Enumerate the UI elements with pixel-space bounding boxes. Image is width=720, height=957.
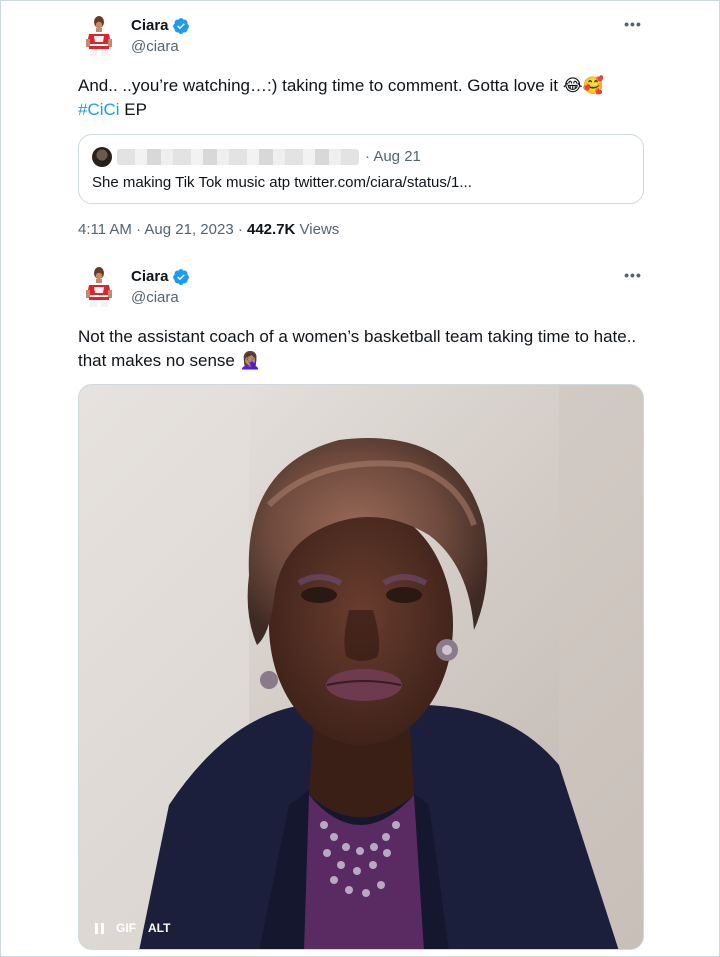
- pause-icon[interactable]: [95, 922, 104, 934]
- quoted-avatar[interactable]: [92, 147, 112, 167]
- tweet-emojis: 😂🥰: [562, 76, 604, 95]
- quoted-date: · Aug 21: [365, 148, 421, 165]
- display-name-text[interactable]: Ciara: [131, 16, 169, 36]
- tweet-text-main: Not the assistant coach of a women’s bas…: [78, 327, 637, 370]
- facepalm-emoji: 🤦🏽‍♀️: [239, 351, 261, 370]
- avatar[interactable]: [77, 265, 121, 309]
- quoted-text: She making Tik Tok music atp twitter.com…: [92, 174, 472, 191]
- gif-media[interactable]: GIF ALT: [78, 384, 644, 950]
- author-block: Ciara @ciara: [131, 267, 190, 308]
- tweet-text: Not the assistant coach of a women’s bas…: [78, 325, 638, 373]
- display-name[interactable]: Ciara: [131, 267, 190, 287]
- handle[interactable]: @ciara: [131, 37, 190, 57]
- tweet-meta: 4:11 AM · Aug 21, 2023 · 442.7K Views: [78, 220, 339, 240]
- handle[interactable]: @ciara: [131, 288, 190, 308]
- quoted-author-redacted: [117, 149, 359, 165]
- more-horizontal-icon[interactable]: •••: [623, 17, 643, 37]
- tweet[interactable]: Ciara @ciara ••• Not the assistant coach…: [1, 256, 720, 957]
- quoted-tweet[interactable]: · Aug 21 She making Tik Tok music atp tw…: [78, 134, 644, 204]
- timeline-frame: Ciara @ciara ••• And.. ..you’re watching…: [0, 0, 720, 957]
- gif-badge: GIF: [116, 921, 136, 935]
- avatar[interactable]: [77, 14, 121, 58]
- more-horizontal-icon[interactable]: •••: [623, 268, 643, 288]
- views-label: Views: [295, 221, 340, 238]
- gif-image: [79, 385, 643, 949]
- verified-badge-icon: [172, 268, 190, 286]
- display-name-text[interactable]: Ciara: [131, 267, 169, 287]
- author-block: Ciara @ciara: [131, 16, 190, 57]
- tweet[interactable]: Ciara @ciara ••• And.. ..you’re watching…: [1, 1, 720, 256]
- gif-controls: GIF ALT: [95, 921, 170, 935]
- tweet-text: And.. ..you’re watching…:) taking time t…: [78, 74, 638, 122]
- display-name[interactable]: Ciara: [131, 16, 190, 36]
- tweet-timestamp[interactable]: 4:11 AM · Aug 21, 2023 ·: [78, 221, 247, 238]
- alt-badge[interactable]: ALT: [148, 921, 170, 935]
- hashtag-link[interactable]: #CiCi: [78, 100, 120, 119]
- views-count: 442.7K: [247, 221, 296, 238]
- tweet-text-tail: EP: [119, 100, 147, 119]
- verified-badge-icon: [172, 17, 190, 35]
- tweet-text-main: And.. ..you’re watching…:) taking time t…: [78, 76, 563, 95]
